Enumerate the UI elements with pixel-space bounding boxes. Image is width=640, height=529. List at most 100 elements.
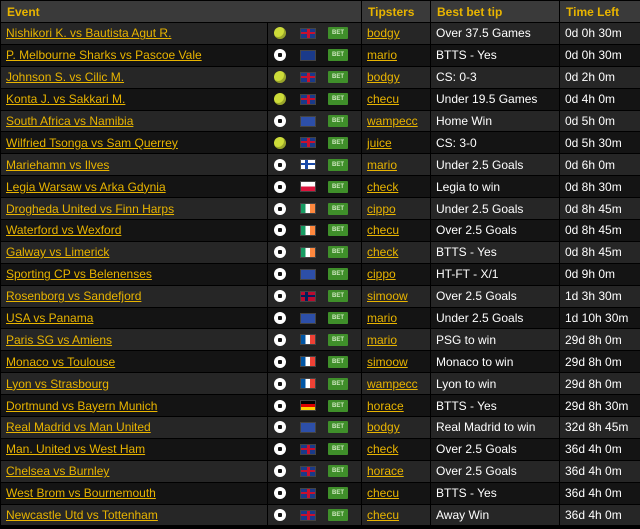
tipster-link[interactable]: bodgy: [367, 26, 400, 40]
tipster-cell: mario: [362, 44, 430, 66]
bet-button[interactable]: BET: [328, 180, 348, 193]
event-link[interactable]: Real Madrid vs Man United: [6, 420, 151, 434]
tipster-link[interactable]: mario: [367, 158, 397, 172]
event-link[interactable]: Galway vs Limerick: [6, 245, 109, 259]
bet-button[interactable]: BET: [328, 443, 348, 456]
event-link[interactable]: Paris SG vs Amiens: [6, 333, 112, 347]
tipster-link[interactable]: check: [367, 180, 398, 194]
icons-cell: BET: [268, 395, 361, 417]
bet-button[interactable]: BET: [328, 27, 348, 40]
event-link[interactable]: Lyon vs Strasbourg: [6, 377, 109, 391]
event-cell: Monaco vs Toulouse: [1, 351, 267, 373]
tipster-link[interactable]: horace: [367, 399, 404, 413]
tipster-link[interactable]: juice: [367, 136, 392, 150]
tipster-cell: mario: [362, 307, 430, 329]
football-icon: [274, 312, 286, 325]
tipster-link[interactable]: check: [367, 245, 398, 259]
header-row: Event Tipsters Best bet tip Time Left: [1, 1, 640, 22]
tipster-link[interactable]: bodgy: [367, 420, 400, 434]
uk-flag-icon: [300, 487, 316, 499]
tipster-link[interactable]: check: [367, 442, 398, 456]
event-link[interactable]: Konta J. vs Sakkari M.: [6, 92, 125, 106]
event-link[interactable]: Newcastle Utd vs Tottenham: [6, 508, 158, 522]
event-link[interactable]: Man. United vs West Ham: [6, 442, 145, 456]
event-link[interactable]: Monaco vs Toulouse: [6, 355, 115, 369]
bet-button[interactable]: BET: [328, 290, 348, 303]
bet-button[interactable]: BET: [328, 202, 348, 215]
bet-button[interactable]: BET: [328, 421, 348, 434]
time-left-cell: 0d 9h 0m: [560, 263, 640, 285]
time-left-cell: 0d 8h 45m: [560, 241, 640, 263]
table-row: Chelsea vs Burnley BET horace Over 2.5 Goal…: [1, 460, 640, 482]
tip-cell: Over 37.5 Games: [431, 23, 559, 44]
event-link[interactable]: Waterford vs Wexford: [6, 223, 121, 237]
tipster-link[interactable]: simoow: [367, 289, 408, 303]
tipster-link[interactable]: mario: [367, 333, 397, 347]
event-link[interactable]: Dortmund vs Bayern Munich: [6, 399, 157, 413]
tipster-link[interactable]: checu: [367, 223, 399, 237]
time-left-cell: 0d 8h 45m: [560, 198, 640, 220]
tipster-link[interactable]: checu: [367, 92, 399, 106]
event-link[interactable]: Legia Warsaw vs Arka Gdynia: [6, 180, 166, 194]
tipster-link[interactable]: bodgy: [367, 70, 400, 84]
table-row: Waterford vs Wexford BET checu Over 2.5 Goa…: [1, 220, 640, 241]
icons-cell: BET: [268, 351, 361, 373]
bet-button[interactable]: BET: [328, 224, 348, 237]
event-link[interactable]: Mariehamn vs Ilves: [6, 158, 109, 172]
time-left-cell: 36d 4h 0m: [560, 460, 640, 482]
table-row: Paris SG vs Amiens BET mario PSG to win 29d …: [1, 329, 640, 351]
fr-flag-icon: [300, 378, 316, 390]
event-link[interactable]: Nishikori K. vs Bautista Agut R.: [6, 26, 171, 40]
bet-button[interactable]: BET: [328, 115, 348, 127]
bet-button[interactable]: BET: [328, 509, 348, 522]
bet-button[interactable]: BET: [328, 377, 348, 390]
tipster-link[interactable]: horace: [367, 464, 404, 478]
tipster-link[interactable]: cippo: [367, 202, 396, 216]
table-row: Real Madrid vs Man United BET bodgy Real Ma…: [1, 417, 640, 438]
tipster-link[interactable]: mario: [367, 311, 397, 325]
bet-button[interactable]: BET: [328, 312, 348, 325]
event-link[interactable]: Johnson S. vs Cilic M.: [6, 70, 124, 84]
bet-button[interactable]: BET: [328, 465, 348, 478]
event-link[interactable]: Drogheda United vs Finn Harps: [6, 202, 174, 216]
time-left-cell: 0d 5h 0m: [560, 110, 640, 132]
tipster-cell: simoow: [362, 285, 430, 307]
icons-cell: BET: [268, 417, 361, 438]
bet-button[interactable]: BET: [328, 71, 348, 84]
tipster-link[interactable]: simoow: [367, 355, 408, 369]
tipster-link[interactable]: checu: [367, 486, 399, 500]
bet-button[interactable]: BET: [328, 49, 348, 62]
tipster-link[interactable]: wampecc: [367, 377, 418, 391]
icons-cell: BET: [268, 220, 361, 241]
icons-cell: BET: [268, 504, 361, 526]
bet-button[interactable]: BET: [328, 136, 348, 149]
bet-button[interactable]: BET: [328, 93, 348, 106]
table-row: Newcastle Utd vs Tottenham BET checu Away W…: [1, 504, 640, 526]
bet-button[interactable]: BET: [328, 158, 348, 171]
event-link[interactable]: South Africa vs Namibia: [6, 114, 133, 128]
pl-flag-icon: [300, 181, 316, 193]
bet-button[interactable]: BET: [328, 246, 348, 259]
tipster-cell: check: [362, 176, 430, 198]
tipster-cell: cippo: [362, 198, 430, 220]
tipster-link[interactable]: checu: [367, 508, 399, 522]
tipster-link[interactable]: cippo: [367, 267, 396, 281]
bet-button[interactable]: BET: [328, 355, 348, 368]
event-link[interactable]: West Brom vs Bournemouth: [6, 486, 156, 500]
icons-cell: BET: [268, 132, 361, 154]
tipster-link[interactable]: mario: [367, 48, 397, 62]
tipster-link[interactable]: wampecc: [367, 114, 418, 128]
event-link[interactable]: P. Melbourne Sharks vs Pascoe Vale: [6, 48, 202, 62]
event-link[interactable]: Rosenborg vs Sandefjord: [6, 289, 141, 303]
event-link[interactable]: Wilfried Tsonga vs Sam Querrey: [6, 136, 178, 150]
bet-button[interactable]: BET: [328, 487, 348, 500]
event-link[interactable]: USA vs Panama: [6, 311, 93, 325]
tipster-cell: cippo: [362, 263, 430, 285]
bet-button[interactable]: BET: [328, 268, 348, 281]
bet-button[interactable]: BET: [328, 333, 348, 346]
bet-button[interactable]: BET: [328, 399, 348, 412]
event-link[interactable]: Sporting CP vs Belenenses: [6, 267, 152, 281]
football-icon: [274, 202, 286, 215]
tip-cell: Over 2.5 Goals: [431, 438, 559, 460]
event-link[interactable]: Chelsea vs Burnley: [6, 464, 109, 478]
